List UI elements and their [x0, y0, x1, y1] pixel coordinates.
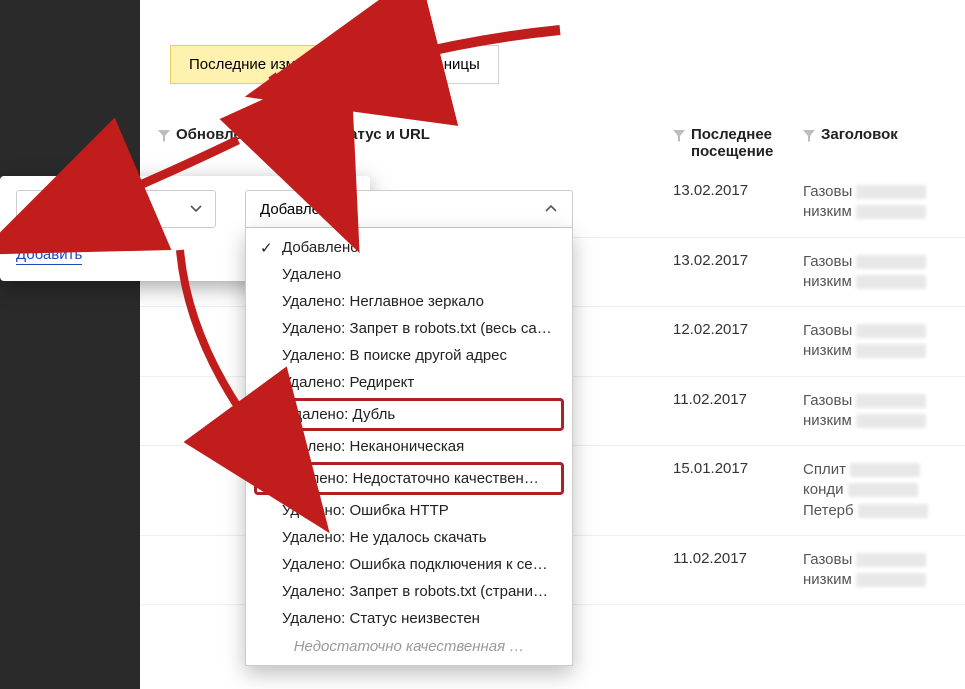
blurred-text [856, 573, 926, 587]
status-option-list: ДобавленоУдаленоУдалено: Неглавное зерка… [245, 228, 573, 666]
select-label: Статус [29, 201, 76, 218]
title-line: конди [803, 480, 933, 500]
status-option[interactable]: Добавлено [246, 234, 572, 261]
status-option[interactable]: Удалено: Не удалось скачать [246, 524, 572, 551]
title-line: Сплит [803, 460, 933, 480]
blurred-text [856, 394, 926, 408]
cell-last-visit: 13.02.2017 [673, 182, 803, 199]
blurred-text [856, 275, 926, 289]
cell-title: Газовынизким [803, 252, 933, 293]
cell-title: Газовынизким [803, 550, 933, 591]
tab-all-pages[interactable]: Все страницы [364, 45, 499, 84]
cell-last-visit: 15.01.2017 [673, 460, 803, 477]
title-line: низким [803, 341, 933, 361]
blurred-text [856, 414, 926, 428]
page-panel: Последние изменения Все страницы Обновле… [140, 0, 965, 689]
blurred-text [850, 463, 920, 477]
tabs: Последние изменения Все страницы [170, 45, 499, 84]
column-label: Последнее посещение [691, 126, 803, 160]
filter-icon [158, 130, 170, 142]
cell-title: СплиткондиПетерб [803, 460, 933, 521]
title-line: Газовы [803, 391, 933, 411]
title-line: Газовы [803, 182, 933, 202]
column-label: Статус и URL [331, 126, 430, 143]
cell-last-visit: 11.02.2017 [673, 391, 803, 408]
title-line: низким [803, 272, 933, 292]
status-option[interactable]: Удалено: Неглавное зеркало [246, 288, 572, 315]
status-select-head[interactable]: Добавлено [245, 190, 573, 228]
title-line: низким [803, 570, 933, 590]
filter-icon [673, 130, 685, 142]
column-status-url[interactable]: Статус и URL [313, 120, 673, 166]
status-option[interactable]: Удалено: Статус неизвестен [246, 605, 572, 632]
status-option[interactable]: Удалено: Неканоническая [246, 433, 572, 460]
cell-last-visit: 12.02.2017 [673, 321, 803, 338]
title-line: Газовы [803, 321, 933, 341]
status-option[interactable]: Удалено: Запрет в robots.txt (страница) [246, 578, 572, 605]
blurred-text [856, 185, 926, 199]
chevron-down-icon [189, 202, 203, 216]
cell-title: Газовынизким [803, 391, 933, 432]
status-option[interactable]: Удалено: В поиске другой адрес [246, 342, 572, 369]
status-dropdown: Добавлено ДобавленоУдаленоУдалено: Негла… [245, 190, 573, 666]
blurred-text [856, 324, 926, 338]
title-line: низким [803, 411, 933, 431]
title-line: Газовы [803, 252, 933, 272]
column-title[interactable]: Заголовок [803, 120, 933, 166]
status-option[interactable]: Удалено: Дубль [254, 398, 564, 431]
title-line: низким [803, 202, 933, 222]
chevron-up-icon [544, 202, 558, 216]
column-label: Заголовок [821, 126, 898, 143]
status-dropdown-footer: Недостаточно качественная … [246, 632, 572, 657]
filter-type-select[interactable]: Статус [16, 190, 216, 228]
filter-icon [803, 130, 815, 142]
column-update[interactable]: Обновление [158, 120, 313, 166]
blurred-text [856, 553, 926, 567]
blurred-text [856, 344, 926, 358]
blurred-text [856, 205, 926, 219]
cell-title: Газовынизким [803, 182, 933, 223]
title-line: Петерб [803, 501, 933, 521]
title-line: Газовы [803, 550, 933, 570]
add-filter-link[interactable]: Добавить [16, 246, 82, 265]
column-label: Обновление [176, 126, 268, 143]
table-header: Обновление Статус и URL Последнее посеще… [140, 120, 965, 166]
blurred-text [856, 255, 926, 269]
status-option[interactable]: Удалено: Ошибка HTTP [246, 497, 572, 524]
blurred-text [848, 483, 918, 497]
cell-last-visit: 11.02.2017 [673, 550, 803, 567]
status-option[interactable]: Удалено: Запрет в robots.txt (весь сайт) [246, 315, 572, 342]
status-option[interactable]: Удалено [246, 261, 572, 288]
status-option[interactable]: Удалено: Недостаточно качественная [254, 462, 564, 495]
filter-icon [313, 130, 325, 142]
status-option[interactable]: Удалено: Ошибка подключения к серв… [246, 551, 572, 578]
tab-recent-changes[interactable]: Последние изменения [170, 45, 364, 84]
cell-title: Газовынизким [803, 321, 933, 362]
status-selected-label: Добавлено [260, 201, 337, 218]
status-option[interactable]: Удалено: Редирект [246, 369, 572, 396]
blurred-text [858, 504, 928, 518]
column-last-visit[interactable]: Последнее посещение [673, 120, 803, 166]
cell-last-visit: 13.02.2017 [673, 252, 803, 269]
